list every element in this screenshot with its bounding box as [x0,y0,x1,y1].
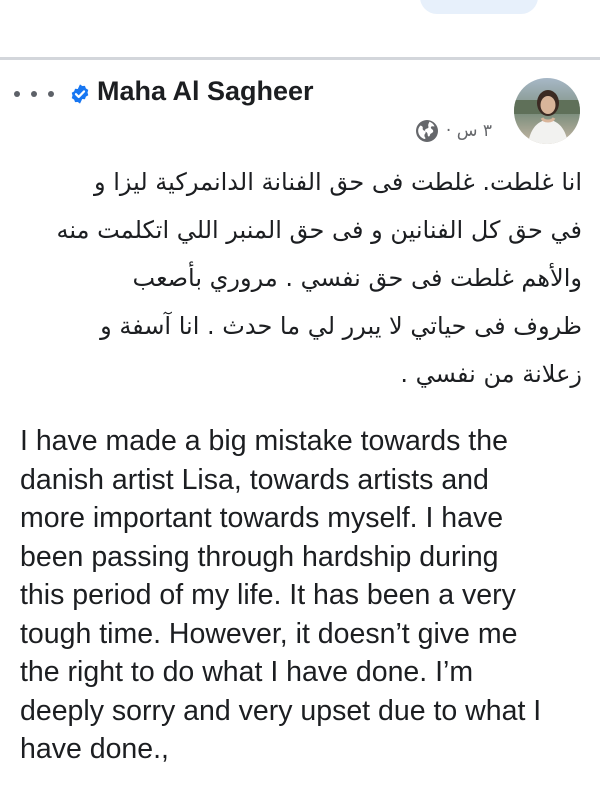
post-text-english: I have made a big mistake towards the da… [20,425,542,765]
more-options-button[interactable] [14,80,54,108]
avatar[interactable] [514,78,580,144]
verified-badge-icon [71,84,89,104]
post-header: Maha Al Sagheer ٣ س · [0,60,600,155]
more-dots-icon [31,91,37,97]
globe-icon[interactable] [415,119,439,143]
post-screen: Maha Al Sagheer ٣ س · انا غلطت. غلطت فى … [0,0,600,810]
post-text-arabic: انا غلطت. غلطت فى حق الفنانة الدانمركية … [56,168,582,388]
post-timestamp[interactable]: ٣ س · [446,121,492,141]
post-meta: ٣ س · [415,118,492,144]
author-name[interactable]: Maha Al Sagheer [97,76,314,107]
more-dots-icon [14,91,20,97]
more-dots-icon [48,91,54,97]
top-action-button[interactable] [420,0,538,14]
